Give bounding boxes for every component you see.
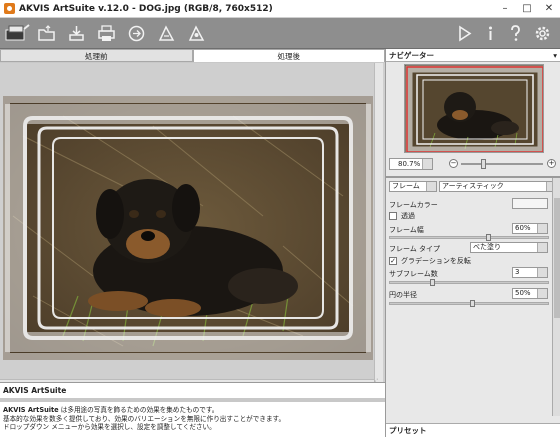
subframes-label: サブフレーム数 xyxy=(389,270,438,278)
image-canvas[interactable] xyxy=(3,96,373,360)
view-tabs: 処理前 処理後 xyxy=(0,49,385,63)
print-icon[interactable] xyxy=(96,23,117,44)
open-icon[interactable] xyxy=(36,23,57,44)
zoom-out-icon[interactable]: − xyxy=(449,159,458,168)
zoom-select[interactable]: 80.7% xyxy=(389,158,433,170)
window-title: AKVIS ArtSuite v.12.0 - DOG.jpg (RGB/8, … xyxy=(19,3,273,14)
canvas-area xyxy=(0,63,385,382)
frame-color-swatch[interactable] xyxy=(512,198,548,209)
radius-slider-handle[interactable] xyxy=(470,300,475,307)
radius-input[interactable]: 50% xyxy=(512,288,548,299)
help-icon[interactable] xyxy=(505,23,526,44)
title-bar: AKVIS ArtSuite v.12.0 - DOG.jpg (RGB/8, … xyxy=(0,0,560,18)
subframes-input[interactable]: 3 xyxy=(512,267,548,278)
zoom-slider-handle[interactable] xyxy=(481,159,486,169)
subframes-slider[interactable] xyxy=(389,279,549,286)
redo-icon[interactable] xyxy=(186,23,207,44)
frame-color-label: フレームカラー xyxy=(389,201,438,209)
frame-width-slider[interactable] xyxy=(389,234,549,241)
right-panel: ナビゲーター ▾ 80.7% − + フレーム アーティスティック フレームカラ… xyxy=(385,49,560,437)
help-line-3: ドロップダウン メニューから効果を選択し、設定を調整してください。 xyxy=(3,423,216,432)
app-icon xyxy=(4,3,15,14)
run-icon[interactable] xyxy=(454,23,475,44)
help-line-1: は多用途の写真を飾るための効果を集めたものです。 xyxy=(58,406,219,414)
navigator-collapse-icon[interactable]: ▾ xyxy=(553,49,557,62)
navigator-thumbnail[interactable] xyxy=(404,64,544,153)
presets-header: プリセット xyxy=(386,423,560,437)
settings-scrollbar-thumb[interactable] xyxy=(554,198,560,318)
share-icon[interactable] xyxy=(126,23,147,44)
category-select[interactable]: フレーム xyxy=(389,181,437,192)
tab-after[interactable]: 処理後 xyxy=(192,49,385,62)
window-controls: – □ ✕ xyxy=(494,0,560,17)
settings-panel: フレーム アーティスティック フレームカラー 透過 フレーム幅 60% フレーム… xyxy=(386,178,557,428)
work-area: 処理前 処理後 xyxy=(0,49,385,386)
radius-slider[interactable] xyxy=(389,300,549,307)
help-panel: AKVIS ArtSuite AKVIS ArtSuite は多用途の写真を飾る… xyxy=(0,382,385,437)
transparent-checkbox[interactable] xyxy=(389,212,397,220)
subframes-slider-handle[interactable] xyxy=(430,279,435,286)
save-icon[interactable] xyxy=(66,23,87,44)
help-separator xyxy=(0,398,385,402)
preset-select[interactable]: アーティスティック xyxy=(439,181,557,192)
frame-width-slider-handle[interactable] xyxy=(486,234,491,241)
help-app-name: AKVIS ArtSuite xyxy=(3,406,59,414)
frame-width-label: フレーム幅 xyxy=(389,226,424,234)
navigator-title: ナビゲーター xyxy=(389,51,434,60)
help-text: AKVIS ArtSuite は多用途の写真を飾るための効果を集めたものです。 … xyxy=(3,406,383,432)
tab-before[interactable]: 処理前 xyxy=(0,49,193,62)
settings-scrollbar[interactable] xyxy=(552,178,560,416)
settings-gear-icon[interactable] xyxy=(532,23,553,44)
toolbar xyxy=(0,18,560,49)
invert-gradient-checkbox[interactable]: ✓ xyxy=(389,257,397,265)
frame-width-input[interactable]: 60% xyxy=(512,223,548,234)
invert-gradient-label: グラデーションを反転 xyxy=(401,257,471,265)
radius-label: 円の半径 xyxy=(389,291,417,299)
transparent-label: 透過 xyxy=(401,212,415,220)
close-button[interactable]: ✕ xyxy=(538,0,560,17)
undo-icon[interactable] xyxy=(156,23,177,44)
vertical-scrollbar[interactable] xyxy=(374,63,383,386)
minimize-button[interactable]: – xyxy=(494,0,516,17)
zoom-row: 80.7% − + xyxy=(389,158,559,170)
frame-type-label: フレーム タイプ xyxy=(389,245,441,253)
help-title: AKVIS ArtSuite xyxy=(3,386,67,395)
info-icon[interactable] xyxy=(480,23,501,44)
zoom-in-icon[interactable]: + xyxy=(547,159,556,168)
navigator-header: ナビゲーター ▾ xyxy=(386,49,560,62)
zoom-slider-track[interactable] xyxy=(461,163,543,165)
maximize-button[interactable]: □ xyxy=(516,0,538,17)
effects-icon[interactable] xyxy=(4,23,30,44)
help-line-2: 基本的な効果を数多く提供しており、効果のバリエーションを無限に作り出すことができ… xyxy=(3,414,286,423)
frame-type-select[interactable]: べた塗り xyxy=(470,242,548,253)
